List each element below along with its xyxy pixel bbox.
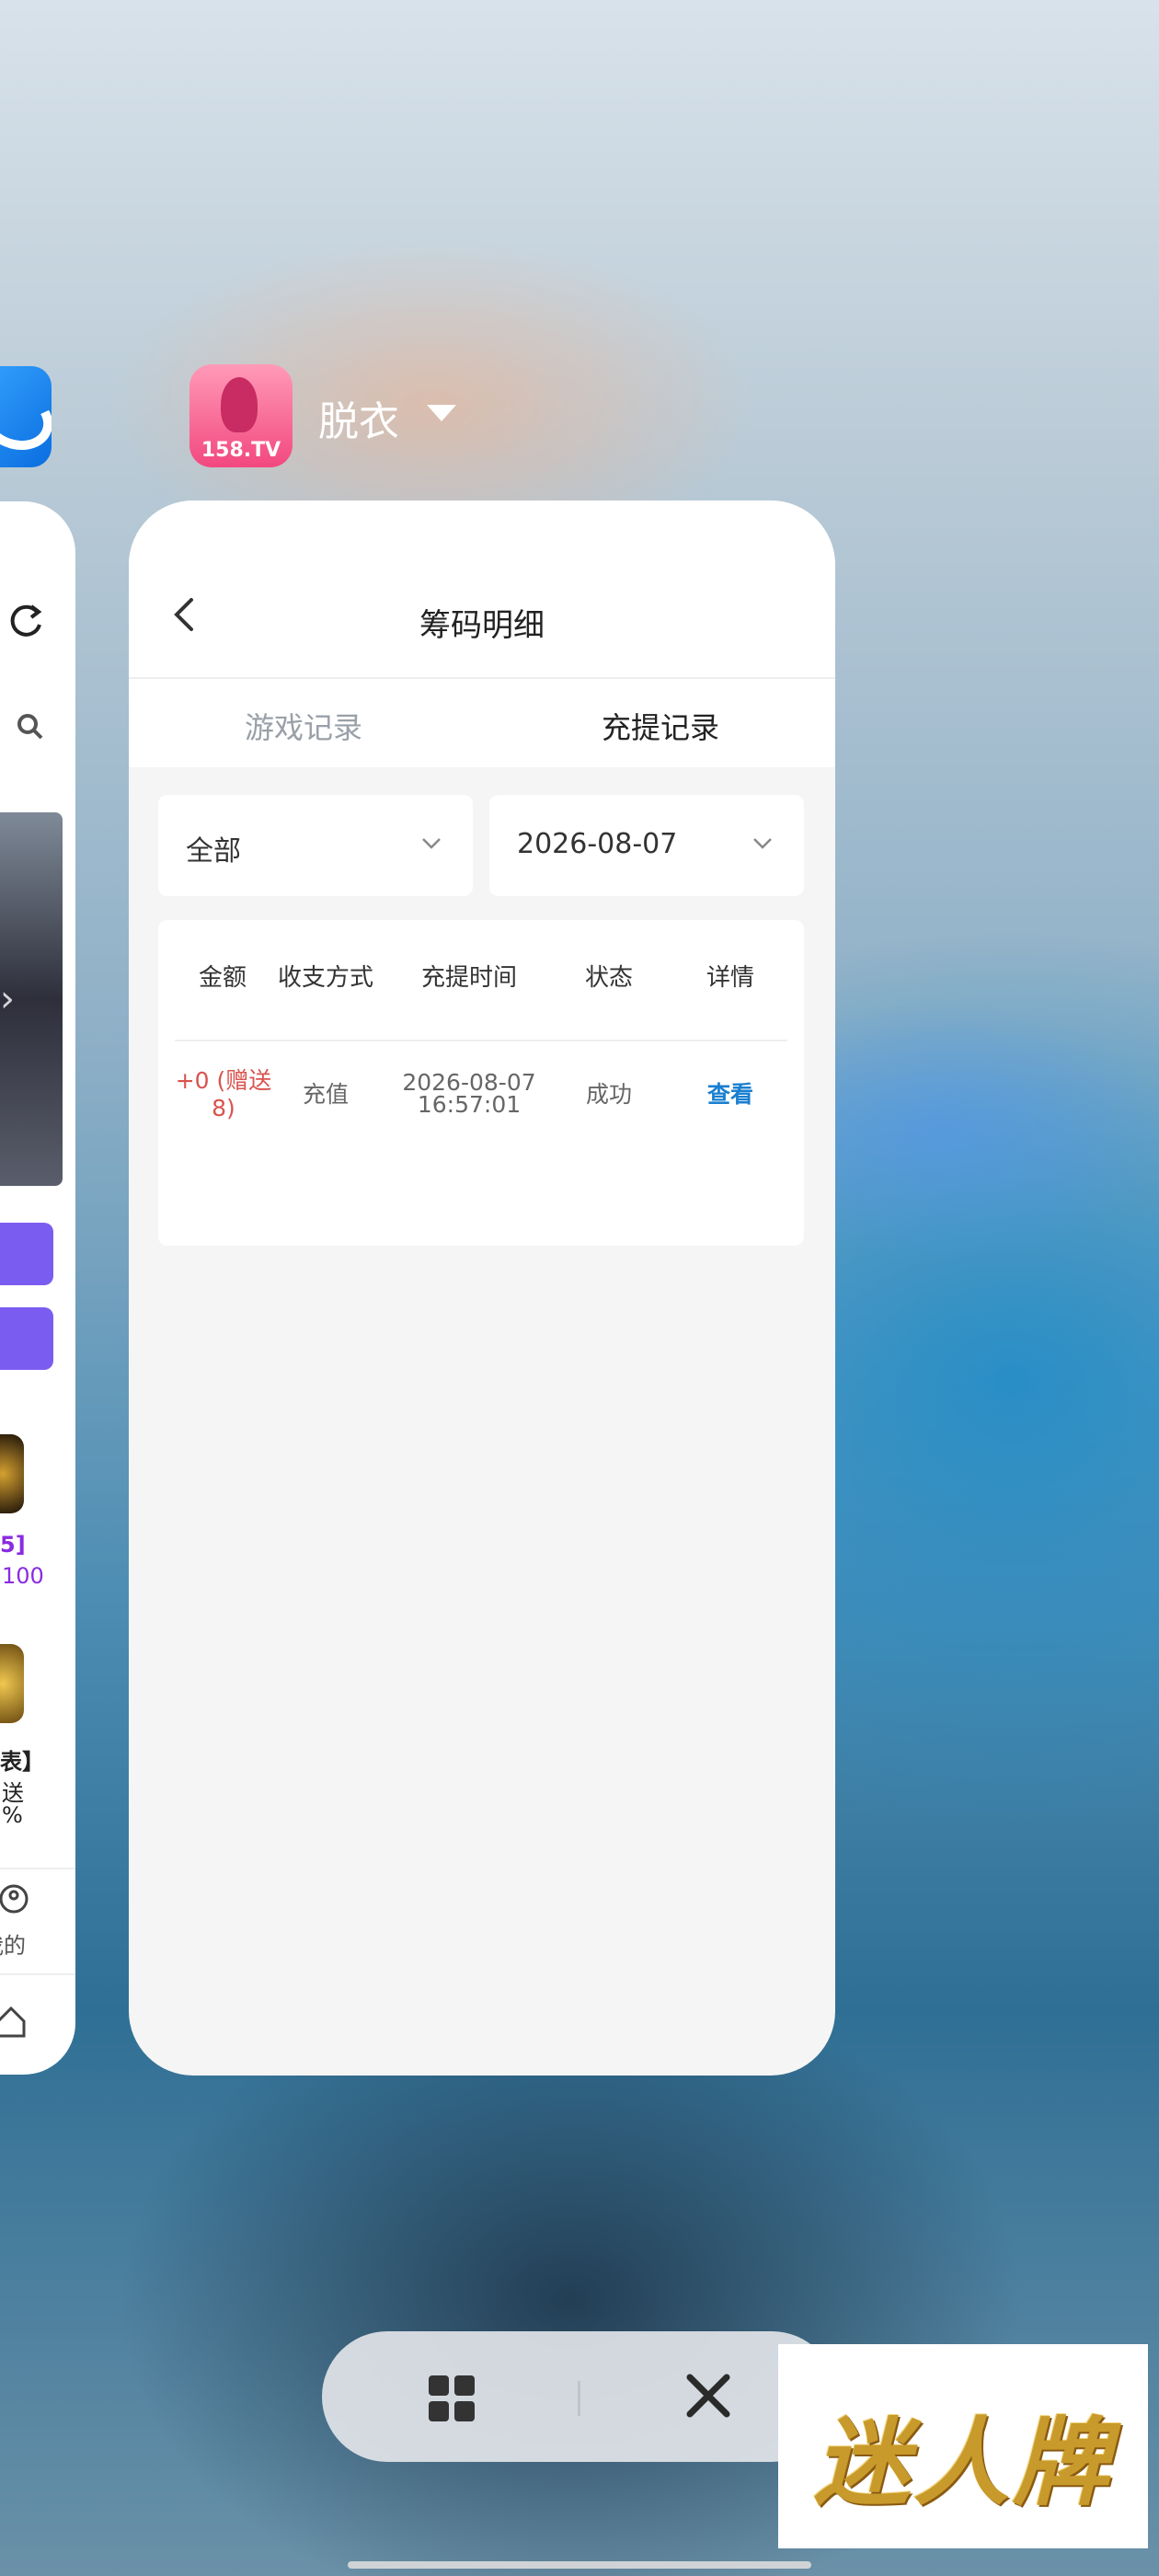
app-card[interactable]: 筹码明细 游戏记录 充提记录 全部 2026-08-07 金额 收支方式 充提时…: [129, 500, 835, 2076]
tab-game-records[interactable]: 游戏记录: [129, 705, 478, 747]
type-filter-select[interactable]: 全部: [158, 795, 473, 896]
app-name[interactable]: 脱衣: [318, 388, 399, 447]
method-cell: 充值: [302, 1081, 349, 1108]
grid-icon[interactable]: [429, 2375, 475, 2421]
column-header-method: 收支方式: [277, 964, 373, 992]
type-filter-value: 全部: [186, 835, 241, 868]
tab-deposit-withdraw-records[interactable]: 充提记录: [486, 705, 835, 747]
column-header-status: 状态: [584, 964, 633, 992]
records-table: 金额 收支方式 充提时间 状态 详情 +0 (赠送 8) 充值 2026-08-…: [158, 920, 804, 1246]
amount-line1: +0 (赠送: [175, 1067, 272, 1094]
header: 筹码明细 游戏记录 充提记录: [129, 500, 835, 767]
game-label: 100: [2, 1563, 44, 1589]
browser-app-icon[interactable]: [0, 366, 52, 467]
banner-image: ›: [0, 812, 63, 1186]
purple-button[interactable]: [0, 1223, 53, 1285]
game-icon[interactable]: [0, 1644, 24, 1723]
nav-label-mine[interactable]: 我的: [0, 1927, 26, 1960]
app-icon-label: 158.TV: [201, 439, 281, 462]
game-label: 5]: [0, 1532, 26, 1558]
amount-line2: 8): [212, 1095, 235, 1121]
column-header-detail: 详情: [706, 964, 754, 992]
chevron-right-icon: ›: [0, 978, 15, 1020]
chevron-down-icon: [753, 838, 772, 849]
date-filter-value: 2026-08-07: [517, 828, 678, 860]
brand-watermark: 迷人牌: [778, 2344, 1148, 2548]
chevron-down-icon: [422, 838, 441, 849]
page-title: 筹码明细: [419, 607, 545, 644]
search-icon: [17, 714, 43, 740]
home-icon[interactable]: [0, 2003, 29, 2040]
refresh-icon: [10, 604, 42, 637]
brand-text: 迷人牌: [813, 2406, 1112, 2519]
column-header-time: 充提时间: [420, 964, 517, 992]
game-label: 表】: [0, 1749, 44, 1775]
profile-icon: [0, 1884, 29, 1914]
home-indicator[interactable]: [348, 2561, 811, 2569]
close-icon[interactable]: [683, 2370, 734, 2421]
game-icon[interactable]: [0, 1434, 24, 1513]
app-icon[interactable]: 158.TV: [189, 364, 293, 467]
purple-button[interactable]: [0, 1307, 53, 1370]
date-filter-select[interactable]: 2026-08-07: [489, 795, 804, 896]
previous-app-card[interactable]: › 5] 100 表】 送 % 我的: [0, 501, 75, 2075]
game-label: %: [2, 1802, 23, 1828]
status-cell: 成功: [585, 1081, 632, 1108]
caret-down-icon[interactable]: [427, 405, 456, 421]
time-clock-cell: 16:57:01: [417, 1091, 522, 1118]
column-header-amount: 金额: [198, 964, 247, 992]
view-detail-link[interactable]: 查看: [684, 1081, 776, 1109]
